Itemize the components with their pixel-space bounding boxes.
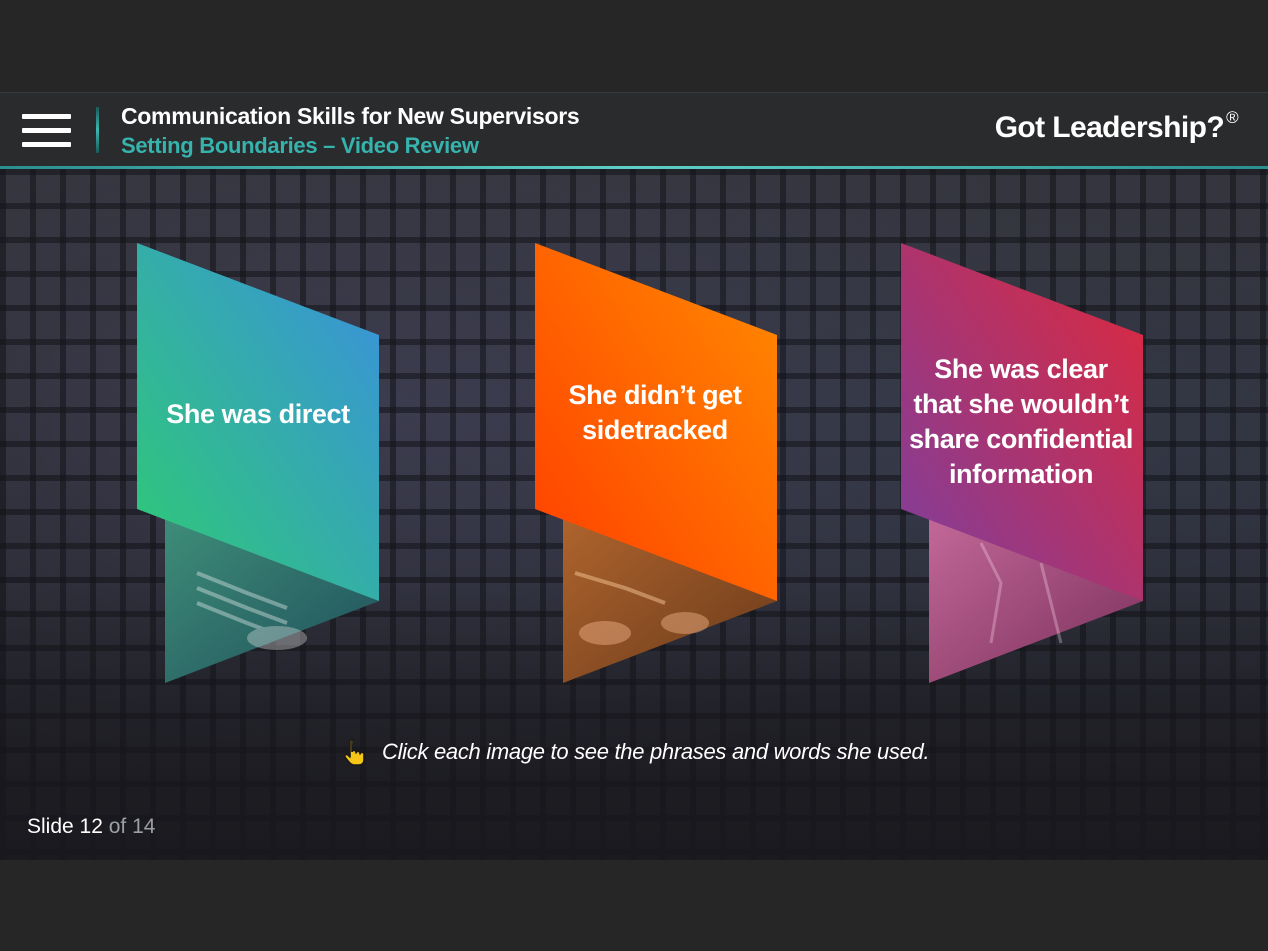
hamburger-menu-icon[interactable] [22, 113, 72, 149]
course-title: Communication Skills for New Supervisors [121, 103, 580, 129]
slide-current: Slide 12 [27, 815, 103, 838]
slide-total: of 14 [108, 815, 156, 838]
bottom-letterbox [0, 860, 1268, 951]
slide-counter: Slide 12 of 14 [27, 815, 155, 839]
top-letterbox [0, 0, 1268, 92]
card-she-was-clear-confidential[interactable]: She was clear that she wouldn’t share co… [901, 243, 1143, 685]
header-vertical-divider [96, 107, 99, 153]
card-she-was-direct[interactable]: She was direct [137, 243, 379, 685]
menu-bar [22, 128, 71, 133]
menu-bar [22, 114, 71, 119]
card-label: She was clear that she wouldn’t share co… [909, 354, 1133, 489]
card-label: She was direct [166, 399, 350, 429]
card-she-didnt-get-sidetracked[interactable]: She didn’t get sidetracked [535, 243, 777, 685]
menu-bar [22, 142, 71, 147]
brand-logo-text: Got Leadership? ® [994, 108, 1239, 145]
card-label: She didn’t get sidetracked [568, 380, 742, 445]
lesson-title: Setting Boundaries – Video Review [121, 133, 479, 158]
brand-name: Got Leadership? [994, 111, 1225, 144]
pointing-hand-icon [344, 738, 365, 766]
registered-mark: ® [1226, 108, 1239, 127]
instruction-hint: Click each image to see the phrases and … [344, 737, 930, 767]
instruction-text: Click each image to see the phrases and … [382, 739, 930, 764]
